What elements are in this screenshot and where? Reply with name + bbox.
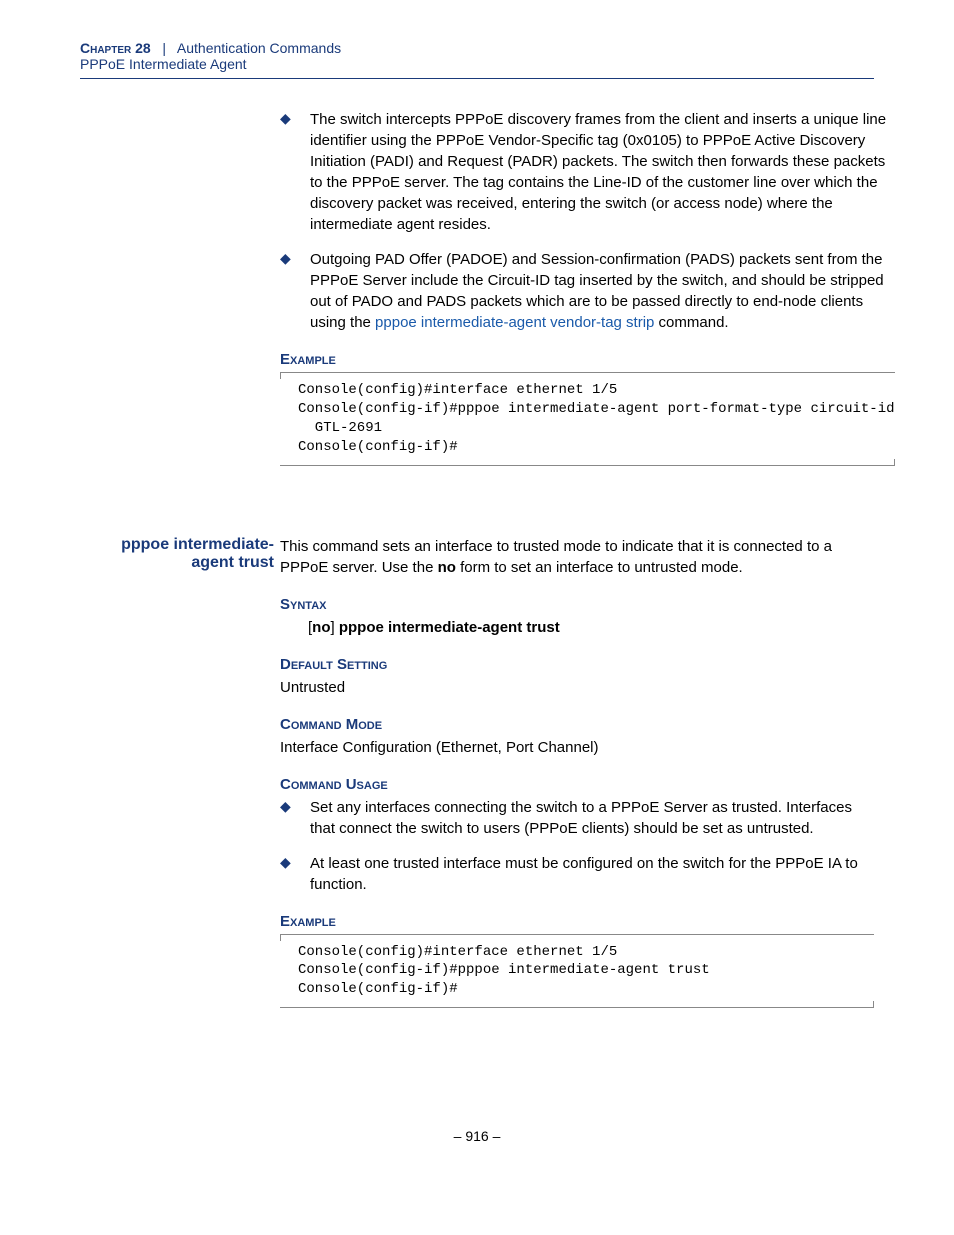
- code-example: Console(config)#interface ethernet 1/5 C…: [280, 934, 874, 1009]
- page-header: Chapter 28 | Authentication Commands PPP…: [80, 40, 874, 72]
- syntax-no: no: [312, 619, 330, 636]
- syntax-line: [no] pppoe intermediate-agent trust: [308, 617, 874, 638]
- diamond-bullet-icon: ◆: [280, 797, 310, 839]
- bullet-item: ◆ Set any interfaces connecting the swit…: [280, 797, 874, 839]
- command-mode-label: Command Mode: [280, 716, 874, 733]
- intro-paragraph: This command sets an interface to truste…: [280, 536, 874, 578]
- bullet-text: Outgoing PAD Offer (PADOE) and Session-c…: [310, 249, 895, 333]
- command-mode-value: Interface Configuration (Ethernet, Port …: [280, 737, 874, 758]
- section-1-body: ◆ The switch intercepts PPPoE discovery …: [280, 109, 895, 486]
- header-rule: [80, 78, 874, 79]
- intro-bold: no: [438, 559, 456, 576]
- bullet-item: ◆ Outgoing PAD Offer (PADOE) and Session…: [280, 249, 895, 333]
- syntax-label: Syntax: [280, 596, 874, 613]
- command-usage-label: Command Usage: [280, 776, 874, 793]
- bullet-item: ◆ At least one trusted interface must be…: [280, 853, 874, 895]
- page-content: Chapter 28 | Authentication Commands PPP…: [0, 0, 954, 1184]
- section-2: pppoe intermediate-agent trust This comm…: [80, 536, 874, 1029]
- chapter-title: Authentication Commands: [177, 40, 341, 56]
- bullet-item: ◆ The switch intercepts PPPoE discovery …: [280, 109, 895, 235]
- diamond-bullet-icon: ◆: [280, 249, 310, 333]
- diamond-bullet-icon: ◆: [280, 109, 310, 235]
- example-label: Example: [280, 351, 895, 368]
- bullet-text: At least one trusted interface must be c…: [310, 853, 874, 895]
- bracket-close: ]: [331, 619, 339, 636]
- header-line-1: Chapter 28 | Authentication Commands: [80, 40, 874, 56]
- bullet-text: The switch intercepts PPPoE discovery fr…: [310, 109, 895, 235]
- bullet-post-text: command.: [654, 314, 728, 331]
- intro-post: form to set an interface to untrusted mo…: [456, 559, 743, 576]
- header-separator: |: [155, 40, 174, 56]
- command-heading: pppoe intermediate-agent trust: [80, 536, 274, 572]
- header-subtitle: PPPoE Intermediate Agent: [80, 56, 874, 72]
- syntax-command: pppoe intermediate-agent trust: [339, 619, 560, 636]
- chapter-label: Chapter 28: [80, 40, 151, 56]
- section-2-body: This command sets an interface to truste…: [280, 536, 874, 1029]
- default-setting-label: Default Setting: [280, 656, 874, 673]
- example-label: Example: [280, 913, 874, 930]
- cross-reference-link[interactable]: pppoe intermediate-agent vendor-tag stri…: [375, 314, 654, 331]
- code-example: Console(config)#interface ethernet 1/5 C…: [280, 372, 895, 466]
- page-number: – 916 –: [80, 1128, 874, 1144]
- sidebar: pppoe intermediate-agent trust: [80, 536, 280, 1029]
- section-1: ◆ The switch intercepts PPPoE discovery …: [80, 109, 874, 486]
- sidebar-empty: [80, 109, 280, 486]
- bullet-text: Set any interfaces connecting the switch…: [310, 797, 874, 839]
- diamond-bullet-icon: ◆: [280, 853, 310, 895]
- default-setting-value: Untrusted: [280, 677, 874, 698]
